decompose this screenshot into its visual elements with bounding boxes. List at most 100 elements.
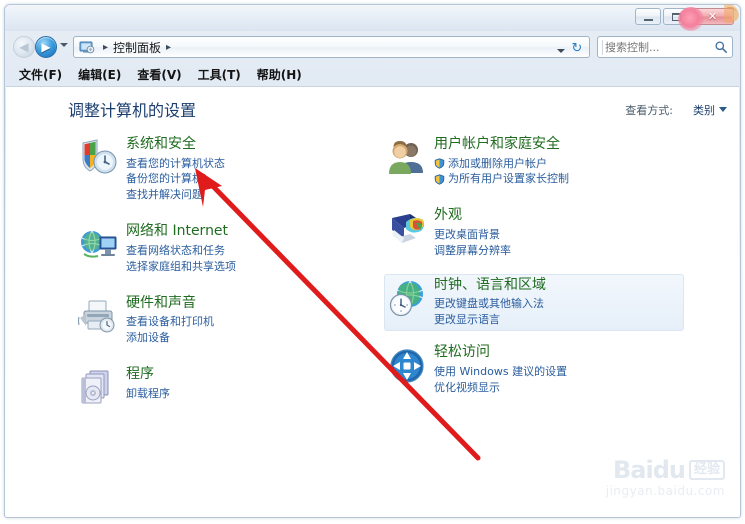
network-internet-icon (81, 231, 117, 258)
page-header: 调整计算机的设置 查看方式: 类别 (6, 87, 739, 129)
category-link[interactable]: 添加设备 (126, 330, 372, 346)
category-hardware-and-sound[interactable]: 硬件和声音 查看设备和打印机 添加设备 (76, 292, 376, 349)
shield-icon (434, 174, 445, 185)
back-button[interactable]: ◀ (13, 36, 35, 58)
menu-item-view[interactable]: 查看(V) (137, 66, 181, 83)
link-text: 为所有用户设置家长控制 (448, 172, 569, 186)
hardware-sound-icon (78, 300, 115, 333)
menu-item-file[interactable]: 文件(F) (19, 66, 62, 83)
forward-arrow-icon: ▶ (41, 40, 51, 54)
category-link[interactable]: 为所有用户设置家长控制 (434, 171, 680, 187)
category-link[interactable]: 卸载程序 (126, 386, 372, 402)
category-title[interactable]: 系统和安全 (126, 136, 372, 154)
link-text: 卸载程序 (126, 386, 170, 400)
category-body: 系统和安全 查看您的计算机状态 备份您的计算机 查找并解决问题 (126, 136, 372, 203)
menu-bar: 文件(F) 编辑(E) 查看(V) 工具(T) 帮助(H) (5, 63, 740, 85)
category-body: 网络和 Internet 查看网络状态和任务 选择家庭组和共享选项 (126, 223, 372, 274)
link-text: 更改桌面背景 (434, 227, 500, 241)
appearance-icon (392, 214, 425, 244)
category-body: 程序 卸载程序 (126, 366, 372, 401)
category-title[interactable]: 外观 (434, 207, 680, 225)
category-user-accounts-and-family-safety[interactable]: 用户帐户和家庭安全 添加或删除用户帐户 为所有用户设置家长控制 (384, 133, 684, 190)
category-link[interactable]: 更改桌面背景 (434, 227, 680, 243)
shield-icon (434, 158, 445, 169)
maximize-button[interactable] (663, 8, 689, 25)
category-body: 硬件和声音 查看设备和打印机 添加设备 (126, 295, 372, 346)
category-ease-of-access[interactable]: 轻松访问 使用 Windows 建议的设置 优化视频显示 (384, 341, 684, 398)
refresh-button[interactable]: ↻ (567, 39, 587, 57)
user-accounts-icon (389, 141, 423, 174)
category-link[interactable]: 添加或删除用户帐户 (434, 156, 680, 172)
category-body: 轻松访问 使用 Windows 建议的设置 优化视频显示 (434, 344, 680, 395)
minimize-icon (636, 9, 660, 24)
category-network-and-internet[interactable]: 网络和 Internet 查看网络状态和任务 选择家庭组和共享选项 (76, 220, 376, 277)
view-by-chevron-down-icon[interactable] (719, 107, 727, 112)
breadcrumb-separator-1: ▸ (103, 41, 109, 53)
category-title[interactable]: 用户帐户和家庭安全 (434, 136, 680, 154)
category-clock-language-region[interactable]: 时钟、语言和区域 更改键盘或其他输入法 更改显示语言 (384, 273, 684, 332)
link-text: 添加或删除用户帐户 (448, 156, 547, 170)
menu-item-edit[interactable]: 编辑(E) (78, 66, 121, 83)
category-body: 时钟、语言和区域 更改键盘或其他输入法 更改显示语言 (434, 277, 680, 328)
window-titlebar: ✕ (5, 4, 740, 31)
category-body: 外观 更改桌面背景 调整屏幕分辨率 (434, 207, 680, 258)
category-title[interactable]: 网络和 Internet (126, 223, 372, 241)
content-pane: 调整计算机的设置 查看方式: 类别 系统和安全 查看您的计算机状态 备份您的计算… (6, 86, 739, 516)
category-link[interactable]: 更改显示语言 (434, 312, 680, 328)
category-title[interactable]: 硬件和声音 (126, 295, 372, 313)
page-title: 调整计算机的设置 (68, 101, 197, 120)
address-chevron-down-icon[interactable] (557, 49, 565, 53)
category-appearance[interactable]: 外观 更改桌面背景 调整屏幕分辨率 (384, 204, 684, 261)
view-by-value[interactable]: 类别 (693, 102, 715, 118)
address-bar-row: ◀ ▶ ▸ 控制面板 ▸ ↻ (5, 31, 740, 63)
category-link[interactable]: 备份您的计算机 (126, 171, 372, 187)
menu-item-help[interactable]: 帮助(H) (257, 66, 302, 83)
category-programs[interactable]: 程序 卸载程序 (76, 363, 376, 412)
category-title[interactable]: 时钟、语言和区域 (434, 277, 680, 295)
view-by-label: 查看方式: (625, 104, 673, 117)
category-link[interactable]: 使用 Windows 建议的设置 (434, 364, 680, 380)
link-text: 备份您的计算机 (126, 172, 203, 186)
back-arrow-icon: ◀ (19, 40, 29, 54)
forward-button[interactable]: ▶ (35, 36, 57, 58)
refresh-icon: ↻ (571, 40, 583, 56)
category-link[interactable]: 查找并解决问题 (126, 187, 372, 203)
explorer-window: ✕ ◀ ▶ ▸ 控制面板 ▸ ↻ 搜索控制... 文件(F) 编辑(E) 查看(… (4, 4, 741, 518)
link-text: 查看您的计算机状态 (126, 156, 225, 170)
window-control-buttons: ✕ (635, 8, 734, 25)
search-input[interactable] (602, 39, 714, 55)
breadcrumb-separator-2[interactable]: ▸ (166, 42, 171, 53)
close-button[interactable]: ✕ (691, 8, 734, 25)
category-link[interactable]: 优化视频显示 (434, 380, 680, 396)
category-system-and-security[interactable]: 系统和安全 查看您的计算机状态 备份您的计算机 查找并解决问题 (76, 133, 376, 206)
category-link[interactable]: 查看您的计算机状态 (126, 156, 372, 172)
category-title[interactable]: 程序 (126, 366, 372, 384)
category-link[interactable]: 查看设备和打印机 (126, 314, 372, 330)
menu-item-tools[interactable]: 工具(T) (198, 66, 241, 83)
category-title[interactable]: 轻松访问 (434, 344, 680, 362)
category-link[interactable]: 更改键盘或其他输入法 (434, 296, 680, 312)
link-text: 调整屏幕分辨率 (434, 243, 511, 257)
category-link[interactable]: 选择家庭组和共享选项 (126, 259, 372, 275)
search-icon (715, 41, 728, 54)
category-columns: 系统和安全 查看您的计算机状态 备份您的计算机 查找并解决问题 网络和 Inte… (6, 133, 739, 516)
clock-language-region-icon (389, 280, 424, 316)
programs-icon (81, 370, 109, 404)
link-text: 添加设备 (126, 331, 170, 345)
link-text: 优化视频显示 (434, 380, 500, 394)
address-bar[interactable]: ▸ 控制面板 ▸ ↻ (73, 36, 590, 58)
control-panel-icon (79, 41, 95, 54)
category-body: 用户帐户和家庭安全 添加或删除用户帐户 为所有用户设置家长控制 (434, 136, 680, 187)
link-text: 查找并解决问题 (126, 188, 203, 202)
category-link[interactable]: 查看网络状态和任务 (126, 243, 372, 259)
link-text: 更改显示语言 (434, 313, 500, 327)
recent-pages-chevron-down-icon[interactable] (60, 43, 68, 47)
link-text: 查看网络状态和任务 (126, 243, 225, 257)
breadcrumb-control-panel[interactable]: 控制面板 (113, 39, 161, 56)
link-text: 选择家庭组和共享选项 (126, 259, 236, 273)
minimize-button[interactable] (635, 8, 661, 25)
category-link[interactable]: 调整屏幕分辨率 (434, 243, 680, 259)
link-text: 查看设备和打印机 (126, 315, 214, 329)
ease-of-access-icon (390, 349, 424, 383)
search-container[interactable] (597, 36, 733, 58)
